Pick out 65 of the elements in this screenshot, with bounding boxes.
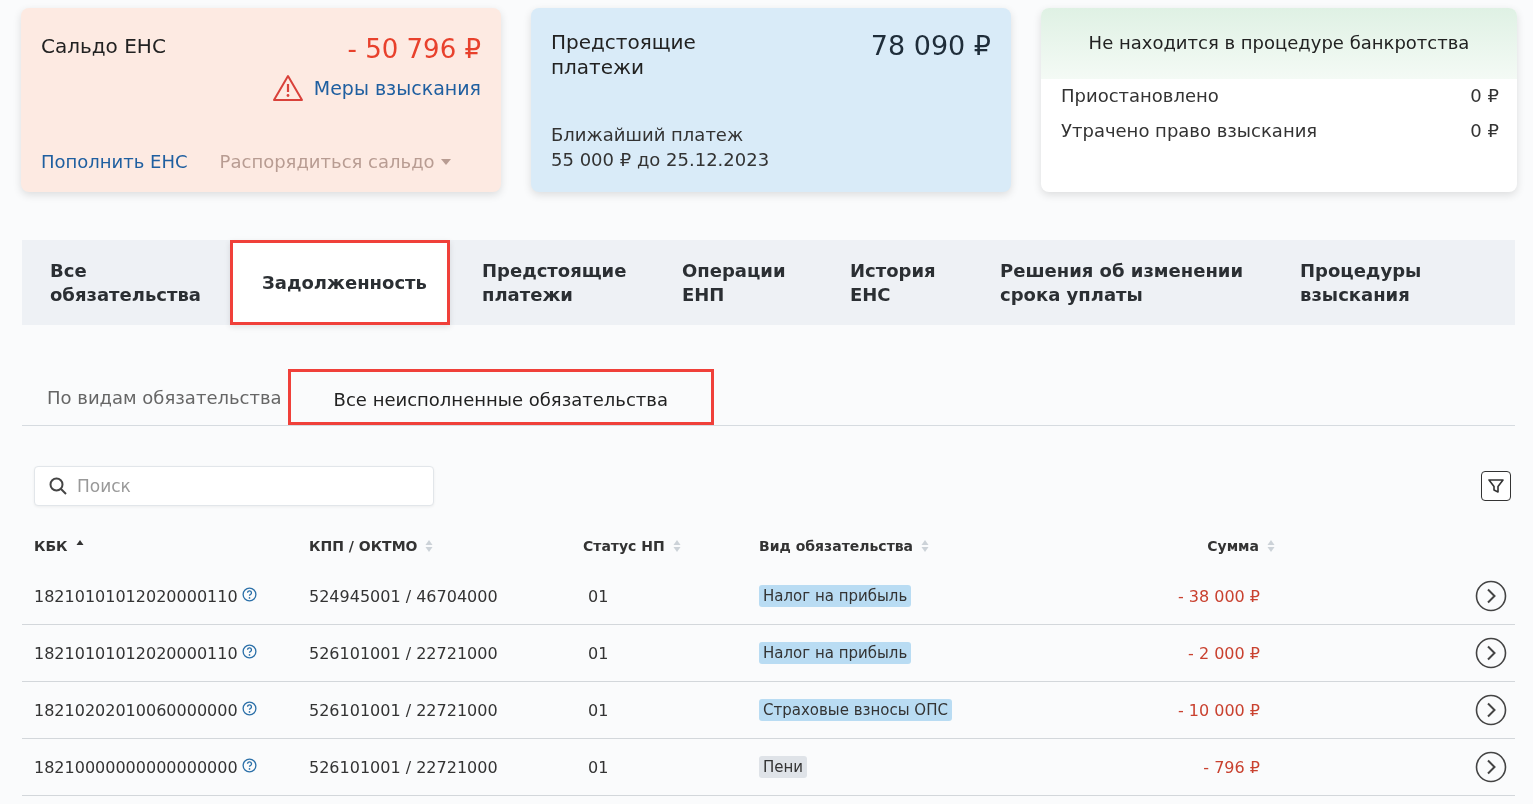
- column-header[interactable]: Сумма: [1207, 538, 1259, 554]
- tab[interactable]: Процедуры взыскания: [1280, 240, 1450, 325]
- amount-cell-text: - 10 000 ₽: [1176, 700, 1261, 720]
- search-field[interactable]: Поиск: [34, 466, 434, 506]
- row-label: Приостановлено: [1061, 85, 1219, 106]
- obligation-tag: Пени: [759, 756, 808, 778]
- kpp-oktmo-cell-text: 526101001 / 22721000: [309, 643, 499, 663]
- status-cell-text: 01: [587, 700, 610, 720]
- tab[interactable]: Операции ЕНП: [662, 240, 830, 325]
- chevron-icon: [1475, 751, 1507, 783]
- tab[interactable]: Решения об изменении срока уплаты: [980, 240, 1280, 325]
- column-header[interactable]: КПП / ОКТМО: [309, 538, 418, 554]
- kbk-cell: 18210000000000000000: [34, 757, 238, 777]
- search-icon: [49, 477, 67, 495]
- open-row-button[interactable]: [1475, 580, 1507, 612]
- tab[interactable]: История ЕНС: [830, 240, 980, 325]
- chevron-icon: [1475, 694, 1507, 726]
- tab[interactable]: Все обязательства: [30, 240, 226, 325]
- balance-amount: - 50 796 ₽: [347, 34, 481, 64]
- row-value: 0 ₽: [1470, 120, 1499, 141]
- column-header[interactable]: Статус НП: [583, 538, 665, 554]
- balance-action[interactable]: Пополнить ЕНС: [41, 151, 188, 172]
- column-header[interactable]: КБК: [34, 538, 68, 554]
- subtab[interactable]: Все неисполненные обязательства: [287, 369, 714, 425]
- amount-cell-text: - 2 000 ₽: [1187, 643, 1261, 663]
- open-row-button[interactable]: [1475, 751, 1507, 783]
- next-payment-label: Ближайший платеж: [551, 122, 745, 147]
- status-cell-text: 01: [587, 757, 610, 777]
- kbk-cell: 18210101012020000110: [34, 586, 238, 606]
- open-row-button[interactable]: [1475, 637, 1507, 669]
- row-label: Утрачено право взыскания: [1061, 120, 1318, 141]
- obligation-tag: Страховые взносы ОПС: [759, 699, 952, 721]
- kpp-oktmo-cell-text: 526101001 / 22721000: [309, 757, 499, 777]
- obligation-tag: Налог на прибыль: [759, 642, 912, 664]
- help-icon[interactable]: [241, 757, 257, 773]
- card-title: Сальдо ЕНС: [41, 34, 166, 58]
- help-icon[interactable]: [241, 586, 257, 602]
- filter-icon: [1487, 477, 1505, 495]
- card-title: Не находится в процедуре банкротства: [1041, 8, 1517, 79]
- kbk-cell: 18210202010060000000: [34, 700, 238, 720]
- status-cell-text: 01: [587, 586, 610, 606]
- chevron-icon: [1475, 637, 1507, 669]
- tab[interactable]: Предстоящие платежи: [462, 240, 662, 325]
- status-cell-text: 01: [587, 643, 610, 663]
- caret-icon: [440, 158, 451, 165]
- next-payment-value: 55 000 ₽ до 25.12.2023: [551, 147, 771, 172]
- kpp-oktmo-cell-text: 526101001 / 22721000: [309, 700, 499, 720]
- upcoming-amount: 78 090 ₽: [870, 30, 991, 61]
- enforcement-link[interactable]: Меры взыскания: [313, 77, 481, 99]
- open-row-button[interactable]: [1475, 694, 1507, 726]
- kbk-cell: 18210101012020000110: [34, 643, 238, 663]
- help-icon[interactable]: [241, 700, 257, 716]
- help-icon[interactable]: [241, 643, 257, 659]
- obligation-tag: Налог на прибыль: [759, 585, 912, 607]
- column-header[interactable]: Вид обязательства: [759, 538, 914, 554]
- amount-cell-text: - 38 000 ₽: [1176, 586, 1261, 606]
- warning-icon: [271, 74, 304, 102]
- kpp-oktmo-cell-text: 524945001 / 46704000: [309, 586, 499, 606]
- tab[interactable]: Задолженность: [230, 240, 450, 325]
- subtab[interactable]: По видам обязательства: [22, 369, 288, 425]
- filter-button[interactable]: [1481, 471, 1511, 501]
- chevron-icon: [1475, 580, 1507, 612]
- amount-cell-text: - 796 ₽: [1202, 757, 1261, 777]
- row-value: 0 ₽: [1470, 85, 1499, 106]
- card-title: Предстоящие платежи: [551, 30, 697, 80]
